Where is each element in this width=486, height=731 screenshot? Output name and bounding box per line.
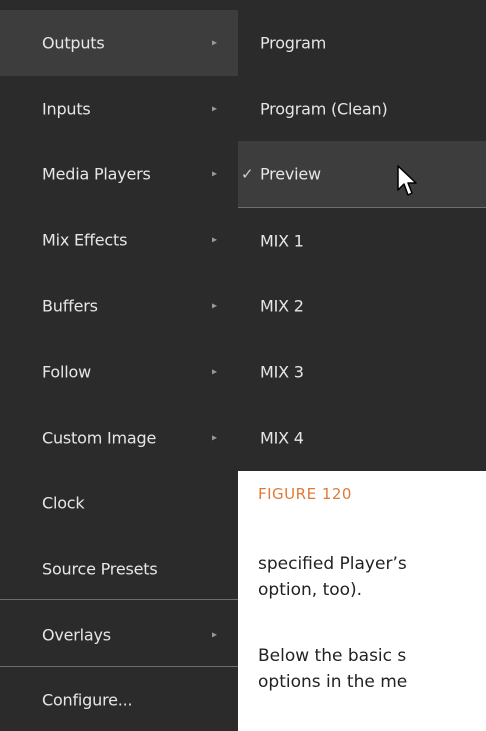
menu-item-mix-effects[interactable]: Mix Effects ▸	[0, 207, 238, 273]
submenu-item-label: Program	[260, 33, 327, 53]
menu-item-inputs[interactable]: Inputs ▸	[0, 76, 238, 142]
context-menu: Outputs ▸ Inputs ▸ Media Players ▸ Mix E…	[0, 0, 238, 731]
menu-item-source-presets[interactable]: Source Presets	[0, 536, 238, 602]
menu-separator	[0, 599, 238, 600]
submenu-arrow-icon: ▸	[212, 37, 217, 49]
submenu-arrow-icon: ▸	[212, 103, 217, 115]
menu-item-media-players[interactable]: Media Players ▸	[0, 141, 238, 207]
submenu-item-label: MIX 2	[260, 296, 304, 316]
menu-item-configure[interactable]: Configure...	[0, 670, 238, 730]
submenu-item-mix-4[interactable]: MIX 4	[238, 405, 486, 471]
paragraph-line: options in the me	[258, 672, 408, 692]
submenu-item-label: MIX 4	[260, 428, 304, 448]
menu-item-label: Follow	[42, 362, 91, 382]
submenu-item-program-clean[interactable]: Program (Clean)	[238, 76, 486, 142]
menu-item-label: Media Players	[42, 164, 151, 184]
paragraph-line: option, too).	[258, 580, 363, 600]
submenu-arrow-icon: ▸	[212, 168, 217, 180]
menu-item-label: Outputs	[42, 33, 105, 53]
submenu-arrow-icon: ▸	[212, 629, 217, 641]
submenu-item-label: Program (Clean)	[260, 99, 388, 119]
menu-item-label: Custom Image	[42, 428, 157, 448]
submenu-item-program[interactable]: Program	[238, 10, 486, 76]
menu-item-label: Clock	[42, 493, 85, 513]
menu-item-overlays[interactable]: Overlays ▸	[0, 604, 238, 666]
outputs-submenu: Program Program (Clean) ✓ Preview MIX 1 …	[238, 0, 486, 471]
submenu-item-label: MIX 1	[260, 231, 304, 251]
menu-item-label: Buffers	[42, 296, 98, 316]
submenu-arrow-icon: ▸	[212, 432, 217, 444]
submenu-item-mix-3[interactable]: MIX 3	[238, 339, 486, 405]
screenshot-stage: Outputs ▸ Inputs ▸ Media Players ▸ Mix E…	[0, 0, 486, 731]
document-text-area: FIGURE 120 specified Player’s option, to…	[238, 471, 486, 731]
submenu-item-label: MIX 3	[260, 362, 304, 382]
submenu-item-mix-2[interactable]: MIX 2	[238, 273, 486, 339]
submenu-item-label: Preview	[260, 164, 321, 184]
figure-caption: FIGURE 120	[258, 485, 352, 503]
menu-item-buffers[interactable]: Buffers ▸	[0, 273, 238, 339]
menu-item-follow[interactable]: Follow ▸	[0, 339, 238, 405]
menu-item-custom-image[interactable]: Custom Image ▸	[0, 405, 238, 471]
menu-item-label: Mix Effects	[42, 230, 128, 250]
submenu-item-mix-1[interactable]: MIX 1	[238, 208, 486, 274]
paragraph-line: specified Player’s	[258, 554, 407, 574]
menu-item-label: Configure...	[42, 690, 133, 710]
checkmark-icon: ✓	[241, 165, 254, 183]
menu-item-clock[interactable]: Clock	[0, 470, 238, 536]
submenu-arrow-icon: ▸	[212, 366, 217, 378]
menu-item-label: Source Presets	[42, 559, 158, 579]
submenu-item-preview[interactable]: ✓ Preview	[238, 141, 486, 207]
paragraph-line: Below the basic s	[258, 646, 407, 666]
menu-item-label: Inputs	[42, 99, 91, 119]
menu-separator	[0, 666, 238, 667]
menu-item-label: Overlays	[42, 625, 111, 645]
submenu-arrow-icon: ▸	[212, 234, 217, 246]
mouse-pointer-icon	[397, 165, 417, 196]
menu-item-outputs[interactable]: Outputs ▸	[0, 10, 238, 76]
submenu-arrow-icon: ▸	[212, 300, 217, 312]
